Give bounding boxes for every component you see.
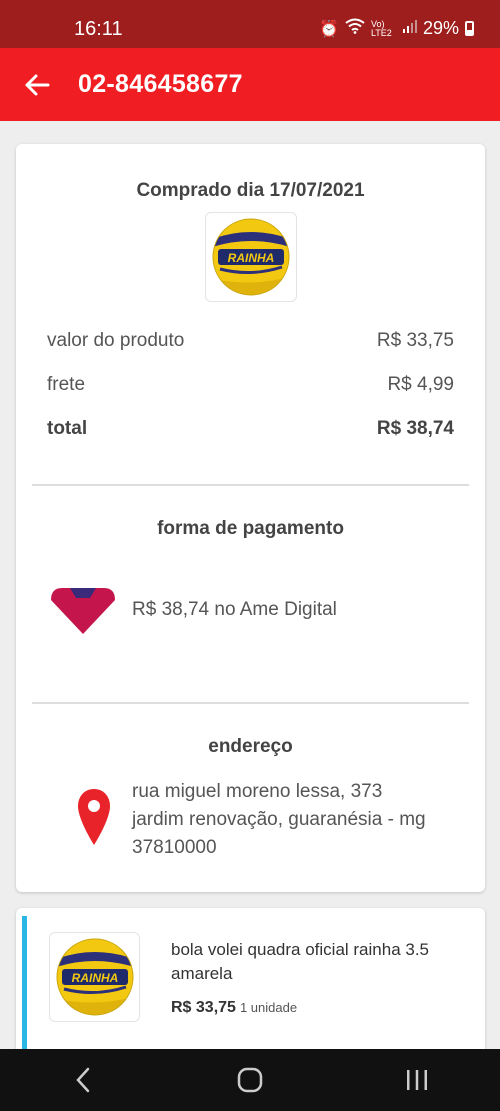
volleyball-image: RAINHA <box>56 938 133 1016</box>
address-title: endereço <box>208 736 293 757</box>
ball-brand-label: RAINHA <box>228 251 275 265</box>
product-value-label: valor do produto <box>47 330 185 351</box>
product-value: R$ 33,75 <box>376 330 454 351</box>
divider <box>32 484 469 486</box>
item-price-line: R$ 33,75 1 unidade <box>171 999 297 1017</box>
product-value-row: valor do produto R$ 33,75 <box>47 330 454 352</box>
chevron-left-icon <box>76 1067 90 1093</box>
shipping-row: frete R$ 4,99 <box>47 374 454 396</box>
payment-text: R$ 38,74 no Ame Digital <box>132 599 337 620</box>
order-summary-card: Comprado dia 17/07/2021 RAINHA valor do … <box>16 144 485 892</box>
status-icons: ⏰ Vo) LTE2 29% <box>319 18 474 39</box>
recents-icon <box>406 1070 427 1090</box>
ball-brand-label: RAINHA <box>71 971 118 985</box>
divider <box>32 702 469 704</box>
nav-back-button[interactable] <box>53 1055 113 1105</box>
item-accent-bar <box>22 916 27 1068</box>
total-row: total R$ 38,74 <box>47 418 454 440</box>
battery-percent: 29% <box>422 18 459 38</box>
payment-title: forma de pagamento <box>157 518 344 539</box>
product-thumbnail: RAINHA <box>205 212 297 302</box>
wifi-icon <box>345 18 365 39</box>
system-nav-bar <box>0 1049 500 1111</box>
shipping-label: frete <box>47 374 86 395</box>
signal-icon <box>402 19 417 38</box>
total-value: R$ 38,74 <box>376 418 454 439</box>
back-button[interactable] <box>20 68 54 102</box>
address-line: 37810000 <box>132 837 217 858</box>
purchase-date: Comprado dia 17/07/2021 <box>136 180 365 201</box>
item-thumbnail: RAINHA <box>49 932 140 1022</box>
shipping-value: R$ 4,99 <box>387 374 454 395</box>
nav-recents-button[interactable] <box>387 1055 447 1105</box>
status-time: 16:11 <box>74 18 123 40</box>
total-label: total <box>47 418 88 439</box>
nav-home-button[interactable] <box>220 1055 280 1105</box>
battery-icon <box>465 21 474 36</box>
item-price: R$ 33,75 <box>171 999 236 1016</box>
order-item-card[interactable]: RAINHA bola volei quadra oficial rainha … <box>16 908 485 1068</box>
network-label: Vo) LTE2 <box>370 18 392 38</box>
volleyball-image: RAINHA <box>212 218 290 296</box>
status-bar: 16:11 ⏰ Vo) LTE2 29% <box>0 0 500 48</box>
order-number-title: 02-846458677 <box>78 70 243 98</box>
app-bar: 02-846458677 <box>0 48 500 121</box>
alarm-icon: ⏰ <box>319 20 339 38</box>
address-block: rua miguel moreno lessa, 373 jardim reno… <box>132 778 426 862</box>
home-circle-icon <box>237 1067 263 1093</box>
address-line: rua miguel moreno lessa, 373 <box>132 781 383 802</box>
arrow-left-icon <box>25 74 50 96</box>
address-line: jardim renovação, guaranésia - mg <box>132 809 426 830</box>
item-name: bola volei quadra oficial rainha 3.5 ama… <box>171 940 430 983</box>
item-quantity: 1 unidade <box>239 1000 298 1015</box>
ame-digital-icon <box>51 588 115 634</box>
location-pin-icon <box>78 789 110 845</box>
